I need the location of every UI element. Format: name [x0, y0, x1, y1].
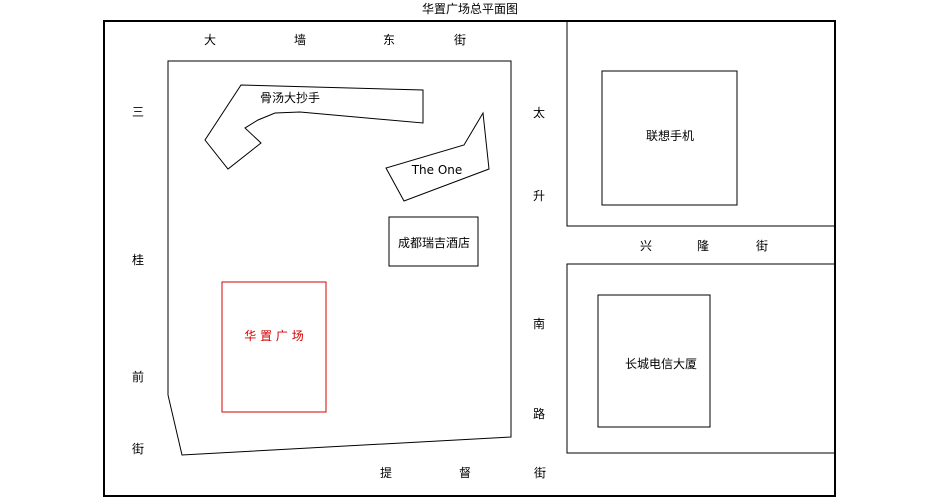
street-taisheng-char: 太: [533, 105, 545, 120]
street-south-char: 街: [534, 466, 546, 480]
street-south-char: 督: [459, 465, 471, 480]
block-southeast: [566, 263, 835, 454]
street-xinglong-char: 隆: [697, 238, 709, 253]
street-xinglong-char: 兴: [640, 239, 652, 253]
street-north-char: 东: [383, 33, 395, 47]
street-west-char: 前: [132, 369, 144, 384]
label-theone: The One: [411, 163, 463, 177]
street-north-char: 街: [454, 33, 466, 47]
street-xinglong-char: 街: [756, 239, 768, 253]
street-north-char: 大: [204, 33, 216, 47]
street-west-char: 三: [132, 105, 144, 119]
site-boundary: [167, 60, 512, 456]
map-title: 华置广场总平面图: [422, 2, 518, 16]
street-north-char: 墙: [294, 33, 306, 47]
label-greatwall: 长城电信大厦: [625, 357, 697, 371]
site-plan-map: 华置广场总平面图 骨汤大抄手 The One 成都瑞吉酒店 华 置 广 场 联想…: [103, 2, 836, 497]
outer-frame: [103, 20, 836, 497]
street-taisheng-char: 升: [533, 189, 545, 203]
street-taisheng-char: 南: [533, 316, 545, 331]
building-theone-outline: [385, 111, 490, 202]
street-taisheng-char: 路: [533, 406, 545, 421]
street-west-char: 街: [132, 442, 144, 456]
label-lenovo: 联想手机: [646, 128, 694, 143]
label-huazhi: 华 置 广 场: [244, 329, 303, 343]
street-south-char: 提: [380, 465, 392, 480]
label-gutang: 骨汤大抄手: [260, 91, 320, 105]
block-northeast: [566, 21, 835, 227]
label-chengdu: 成都瑞吉酒店: [398, 236, 470, 250]
street-west-char: 桂: [132, 252, 144, 267]
building-huazhi-outline: [221, 281, 327, 413]
